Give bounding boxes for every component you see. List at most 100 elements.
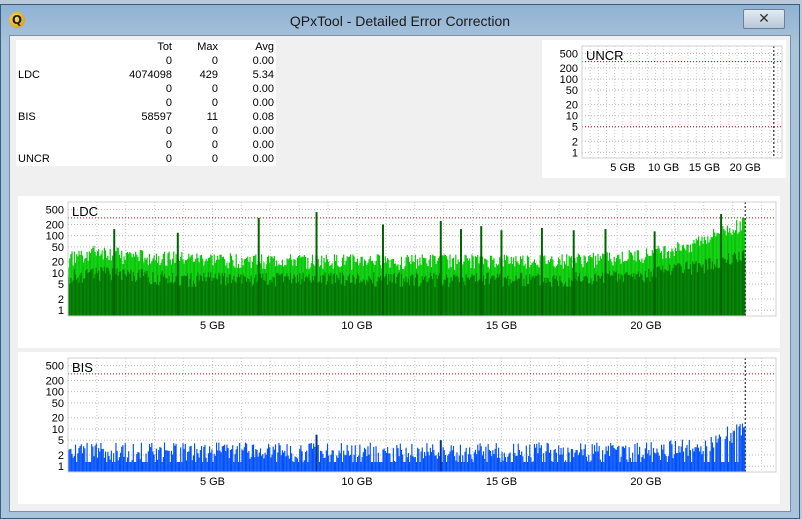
bis-bar <box>481 455 483 472</box>
header-tot: Tot <box>157 41 172 53</box>
title-bar[interactable]: Q QPxTool - Detailed Error Correction ✕ <box>1 5 799 35</box>
bis-bar <box>382 449 384 472</box>
x-tick-label: 20 GB <box>630 320 661 332</box>
ldc-average-bar <box>280 274 282 316</box>
bis-bar <box>434 455 436 472</box>
ldc-average-bar <box>368 276 370 316</box>
bis-bar <box>191 460 193 472</box>
bis-bar <box>212 461 214 472</box>
ldc-average-bar <box>406 282 408 316</box>
bis-bar <box>706 446 708 472</box>
bis-bar <box>115 442 117 472</box>
y-tick-label: 1 <box>58 305 64 317</box>
bis-bar <box>279 445 281 472</box>
ldc-average-bar <box>352 275 354 316</box>
ldc-average-bar <box>643 282 645 316</box>
bis-bar <box>358 455 360 472</box>
ldc-average-bar <box>458 282 460 316</box>
bis-bar <box>430 452 433 472</box>
ldc-average-bar <box>80 272 82 316</box>
ldc-average-bar <box>137 272 139 316</box>
x-tick-label: 15 GB <box>486 320 517 332</box>
ldc-average-bar <box>199 274 201 316</box>
bis-bar <box>728 461 730 472</box>
bis-bar <box>375 446 377 472</box>
ldc-average-bar <box>125 276 127 316</box>
table-row: UNCR 0 0 0.00 <box>16 152 276 166</box>
bis-bar <box>214 455 216 472</box>
ldc-average-bar <box>254 277 256 316</box>
bis-bar <box>621 446 623 472</box>
bis-bar <box>281 450 284 472</box>
bis-bar <box>469 447 471 472</box>
bis-bar <box>637 454 640 472</box>
bis-bar <box>530 457 532 472</box>
bis-bar <box>418 448 420 472</box>
bis-bar <box>559 454 561 472</box>
ldc-average-bar <box>310 282 312 316</box>
bis-bar <box>209 446 211 472</box>
ldc-average-bar <box>648 268 650 316</box>
bis-bar <box>554 448 556 472</box>
bis-bar <box>603 461 605 472</box>
ldc-average-bar <box>552 276 554 316</box>
row-tot: 0 <box>165 153 172 165</box>
ldc-average-bar <box>471 274 473 316</box>
ldc-average-bar <box>738 251 740 316</box>
bis-bar <box>314 446 316 472</box>
bis-bar <box>563 461 566 472</box>
ldc-average-bar <box>191 286 193 316</box>
ldc-average-bar <box>576 280 578 316</box>
ldc-average-bar <box>493 276 495 316</box>
ldc-average-bar <box>229 274 231 316</box>
ldc-average-bar <box>115 274 117 316</box>
ldc-average-bar <box>629 275 631 316</box>
ldc-average-bar <box>195 286 197 316</box>
table-row: 0 0 0.00 <box>16 96 276 110</box>
bis-bar <box>299 449 301 472</box>
ldc-average-bar <box>452 275 455 316</box>
bis-bar <box>451 450 453 472</box>
y-tick-label: 2 <box>572 136 578 148</box>
bis-bar <box>492 450 494 472</box>
bis-bar <box>647 453 649 472</box>
ldc-average-bar <box>367 281 369 316</box>
bis-bar <box>120 452 122 472</box>
bis-bar <box>377 452 379 472</box>
bis-bar <box>626 459 628 472</box>
ldc-average-bar <box>495 278 497 316</box>
ldc-average-bar <box>336 274 338 316</box>
bis-bar <box>307 461 309 472</box>
ldc-average-bar <box>263 279 265 316</box>
bis-bar <box>630 461 633 472</box>
ldc-average-bar <box>660 270 663 316</box>
bis-bar <box>104 451 107 472</box>
bis-bar <box>738 426 740 472</box>
ldc-average-bar <box>93 278 95 316</box>
ldc-average-bar <box>410 276 412 316</box>
bis-bar <box>531 461 533 472</box>
bis-bar <box>681 439 683 472</box>
ldc-average-bar <box>437 275 440 316</box>
ldc-average-bar <box>73 269 75 316</box>
bis-bar <box>613 448 615 472</box>
ldc-average-bar <box>319 275 322 316</box>
ldc-average-bar <box>103 266 105 316</box>
ldc-average-bar <box>273 277 275 316</box>
close-button[interactable]: ✕ <box>743 9 785 29</box>
bis-bar <box>359 444 361 472</box>
bis-bar <box>350 454 352 472</box>
ldc-average-bar <box>507 275 509 316</box>
ldc-average-bar <box>502 286 504 316</box>
bis-bar <box>193 443 196 472</box>
ldc-average-bar <box>341 272 344 316</box>
bis-bar <box>388 453 390 472</box>
bis-bar <box>463 461 465 472</box>
bis-bar <box>632 452 634 472</box>
bis-bar <box>391 461 393 472</box>
bis-bar <box>206 461 208 472</box>
bis-bar <box>329 461 331 472</box>
ldc-average-bar <box>417 274 419 316</box>
bis-bar <box>510 461 512 472</box>
ldc-average-bar <box>122 269 124 316</box>
